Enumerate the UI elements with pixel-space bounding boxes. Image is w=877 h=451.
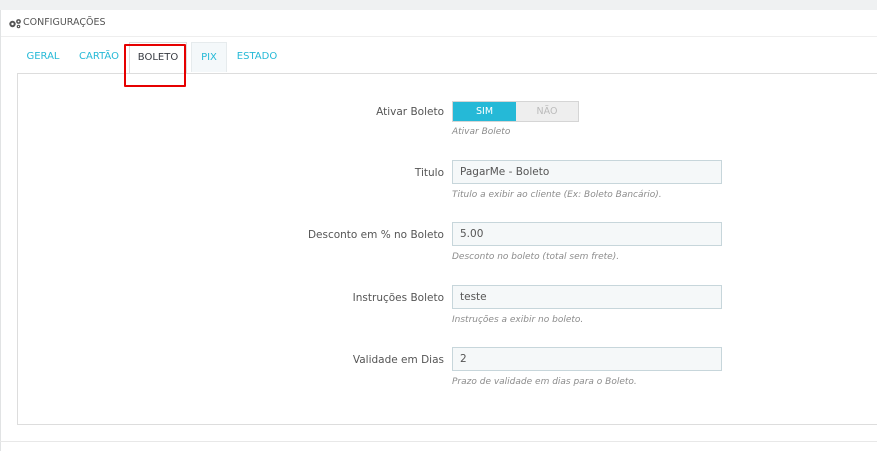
validade-input[interactable]: 2 [452, 347, 722, 371]
tab-estado[interactable]: ESTADO [231, 42, 283, 72]
panel-title: CONFIGURAÇÕES [23, 17, 106, 28]
tab-boleto[interactable]: BOLETO [129, 42, 187, 74]
desconto-input[interactable]: 5.00 [452, 222, 722, 246]
desconto-label: Desconto em % no Boleto [307, 229, 444, 241]
panel-heading: CONFIGURAÇÕES [1, 10, 877, 37]
desconto-help: Desconto no boleto (total sem frete). [452, 252, 620, 262]
instrucoes-input[interactable]: teste [452, 285, 722, 309]
validade-label: Validade em Dias [352, 354, 444, 366]
titulo-label: Titulo [414, 167, 444, 179]
instrucoes-help: Instruções a exibir no boleto. [452, 315, 584, 325]
validade-help: Prazo de validade em dias para o Boleto. [452, 377, 637, 387]
top-bar [0, 0, 877, 10]
switch-off-option[interactable]: NÃO [516, 102, 578, 121]
panel-footer-divider [0, 441, 877, 442]
tab-pix[interactable]: PIX [191, 42, 227, 72]
titulo-input[interactable]: PagarMe - Boleto [452, 160, 722, 184]
instrucoes-label: Instruções Boleto [352, 292, 444, 304]
ativar-boleto-label: Ativar Boleto [376, 106, 444, 118]
titulo-help: Titulo a exibir ao cliente (Ex: Boleto B… [452, 190, 662, 200]
ativar-boleto-help: Ativar Boleto [452, 127, 511, 137]
switch-on-option[interactable]: SIM [453, 102, 516, 121]
tab-cartao[interactable]: CARTÃO [73, 42, 125, 72]
tab-bar: GERAL CARTÃO BOLETO PIX ESTADO [17, 42, 877, 74]
tab-geral[interactable]: GERAL [17, 42, 69, 72]
cogs-icon [9, 19, 21, 29]
ativar-boleto-switch[interactable]: SIM NÃO [452, 101, 579, 122]
tab-content-boleto [17, 73, 877, 425]
